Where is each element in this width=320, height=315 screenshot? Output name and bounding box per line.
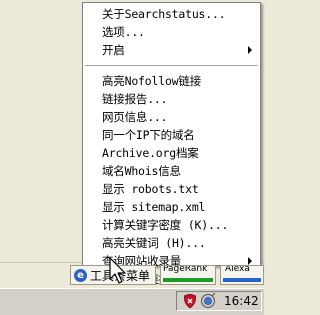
menu-item[interactable]: 关于Searchstatus... xyxy=(83,5,260,23)
menu-item[interactable]: 显示 robots.txt xyxy=(83,180,260,198)
menu-item[interactable]: 链接报告... xyxy=(83,90,260,108)
menu-item-label: 关于Searchstatus... xyxy=(102,7,226,21)
menu-separator xyxy=(85,65,258,66)
menu-item[interactable]: Archive.org档案 xyxy=(83,144,260,162)
menu-item[interactable]: 选项... xyxy=(83,23,260,41)
clock[interactable]: 16:42 xyxy=(224,293,259,309)
searchstatus-context-menu: 关于Searchstatus... 选项... 开启高亮Nofollow链接 链接报告… xyxy=(82,2,261,286)
menu-item-label: 计算关键字密度 (K)... xyxy=(102,218,229,232)
menu-item[interactable]: 网页信息... xyxy=(83,108,260,126)
menu-item-label: 高亮Nofollow链接 xyxy=(102,74,201,88)
menu-item[interactable]: 高亮Nofollow链接 xyxy=(83,72,260,90)
menu-item[interactable]: 显示 sitemap.xml xyxy=(83,198,260,216)
menu-item-label: 高亮关键词 (H)... xyxy=(102,236,206,250)
menu-item-label: 显示 robots.txt xyxy=(102,182,199,196)
network-status-icon[interactable] xyxy=(200,293,216,309)
menu-item-label: 同一个IP下的域名 xyxy=(102,128,195,142)
menu-item-label: 显示 sitemap.xml xyxy=(102,200,206,214)
security-shield-icon[interactable] xyxy=(184,294,196,308)
menu-item[interactable]: 计算关键字密度 (K)... xyxy=(83,216,260,234)
searchstatus-icon: e xyxy=(74,268,87,282)
alexa-bar xyxy=(223,278,261,282)
menu-item-label: 链接报告... xyxy=(102,92,168,106)
menu-item[interactable]: 开启 xyxy=(83,41,260,59)
pagerank-bar xyxy=(163,278,213,282)
submenu-arrow-icon xyxy=(248,257,252,265)
menu-item-label: 选项... xyxy=(102,25,145,39)
menu-item[interactable]: 同一个IP下的域名 xyxy=(83,126,260,144)
menu-item-label: 开启 xyxy=(102,43,125,57)
menu-item-label: 网页信息... xyxy=(102,110,168,124)
alexa-label: Alexa xyxy=(225,265,250,274)
menu-item-label: 域名Whois信息 xyxy=(102,164,181,178)
menu-item[interactable]: 高亮关键词 (H)... xyxy=(83,234,260,252)
submenu-arrow-icon xyxy=(248,46,252,54)
alexa-indicator[interactable]: Alexa xyxy=(220,265,264,285)
menu-item[interactable]: 域名Whois信息 xyxy=(83,162,260,180)
menu-item-label: Archive.org档案 xyxy=(102,146,199,160)
pagerank-indicator[interactable]: PageRank xyxy=(160,265,216,285)
pagerank-label: PageRank xyxy=(163,265,208,274)
mouse-cursor-icon xyxy=(109,257,126,284)
